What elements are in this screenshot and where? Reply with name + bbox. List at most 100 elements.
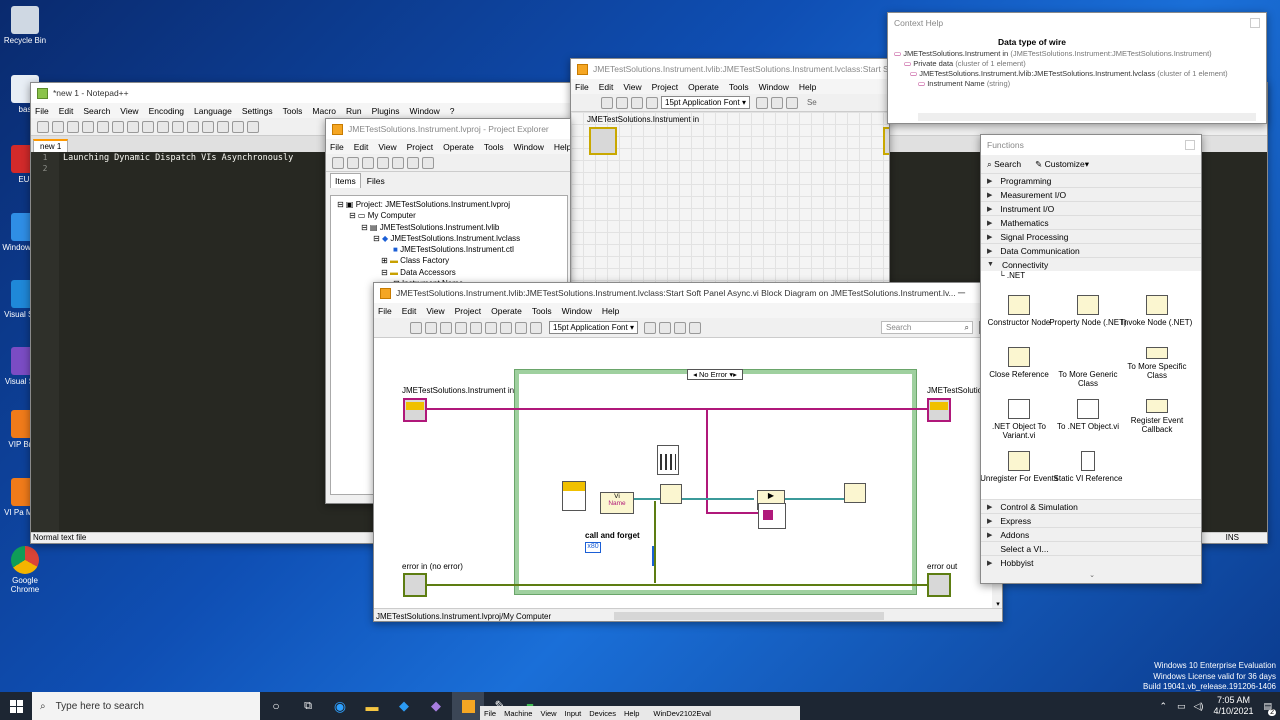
step-over-icon[interactable] [515,321,527,334]
save-all-icon[interactable] [362,156,374,169]
block-diagram-canvas[interactable]: JMETestSolutions.Instrument in JMETestSo… [374,338,992,608]
notification-center-icon[interactable]: ▤ 2 [1263,701,1276,716]
vm-menu-devices[interactable]: Devices [589,709,616,718]
start-button[interactable] [0,692,32,720]
category-select-a-vi[interactable]: ▶Select a VI... [981,541,1201,555]
paste-icon[interactable] [157,120,169,133]
taskbar-search-box[interactable]: ⌕ Type here to search [32,692,260,720]
menu-search[interactable]: Search [83,106,110,116]
category-hobbyist[interactable]: ▶ Hobbyist [981,555,1201,569]
functions-search-button[interactable]: ⌕ Search [987,159,1021,170]
tree-item-ctl[interactable]: ■ JMETestSolutions.Instrument.ctl [331,244,567,255]
error-branch-wire[interactable] [654,501,656,583]
menu-plugins[interactable]: Plugins [372,106,400,116]
functions-palette[interactable]: Functions ⌕ Search ✎ Customize▾ ▶ Program… [980,134,1202,584]
menu-view[interactable]: View [623,82,641,92]
run-arrow-icon[interactable] [410,321,422,334]
save-icon[interactable] [67,120,79,133]
error-out-terminal[interactable] [927,573,951,597]
close-icon[interactable] [1185,140,1195,150]
cut-icon[interactable] [377,156,389,169]
palette-to-more-specific-class[interactable]: To More Specific Class [1117,347,1197,380]
print-icon[interactable] [112,120,124,133]
copy-icon[interactable] [392,156,404,169]
horizontal-scrollbar[interactable] [614,612,884,620]
new-icon[interactable] [332,156,344,169]
run-arrow-icon[interactable] [601,96,613,109]
reference-wire-2[interactable] [784,498,844,500]
tab-items[interactable]: Items [330,173,361,188]
tree-item-data-accessors[interactable]: ⊟ ▬ Data Accessors [331,267,567,278]
menu-help[interactable]: Help [602,306,619,316]
cortana-icon[interactable]: ○ [260,699,292,713]
category-connectivity[interactable]: ▼ Connectivity [981,257,1201,271]
retain-wire-values-icon[interactable] [485,321,497,334]
vm-menu-machine[interactable]: Machine [504,709,532,718]
menu-view[interactable]: View [120,106,138,116]
menu-window[interactable]: Window [514,142,544,152]
property-node[interactable]: Vi Name [600,492,634,514]
functions-customize-button[interactable]: ✎ Customize▾ [1035,159,1089,170]
category-control-simulation[interactable]: ▶ Control & Simulation [981,499,1201,513]
instrument-in-control[interactable] [589,127,617,155]
category-data-communication[interactable]: ▶ Data Communication [981,243,1201,257]
menu-encoding[interactable]: Encoding [149,106,184,116]
functions-titlebar[interactable]: Functions [981,135,1201,155]
pause-icon[interactable] [646,96,658,109]
tab-files[interactable]: Files [361,174,391,188]
scroll-down-icon[interactable]: ⌄ [981,571,1201,579]
menu-tools[interactable]: Tools [532,306,552,316]
palette-static-vi-reference[interactable]: Static VI Reference [1048,451,1128,483]
vm-menu-view[interactable]: View [540,709,556,718]
chevron-up-icon[interactable]: ⌃ [1159,701,1167,712]
subcategory-dotnet[interactable]: └ .NET [999,271,1025,280]
category-addons[interactable]: ▶ Addons [981,527,1201,541]
undo-icon[interactable] [172,120,184,133]
redo-icon[interactable] [187,120,199,133]
menu-edit[interactable]: Edit [599,82,614,92]
step-into-icon[interactable] [500,321,512,334]
visual-studio-taskbar-icon[interactable]: ◆ [420,698,452,714]
task-view-icon[interactable]: ⧉ [292,700,324,713]
cleanup-icon[interactable] [688,321,701,334]
menu-edit[interactable]: Edit [354,142,369,152]
save-all-icon[interactable] [82,120,94,133]
open-file-icon[interactable] [52,120,64,133]
category-measurement-io[interactable]: ▶ Measurement I/O [981,187,1201,201]
menu-language[interactable]: Language [194,106,232,116]
tab-new-1[interactable]: new 1 [33,139,69,152]
menu-file[interactable]: File [330,142,344,152]
front-panel-canvas[interactable]: JMETestSolutions.Instrument in [571,112,889,287]
front-panel-window[interactable]: JMETestSolutions.Instrument.lvlib:JMETes… [570,58,890,288]
font-dropdown[interactable]: 15pt Application Font ▾ [661,96,750,109]
menu-file[interactable]: File [35,106,49,116]
volume-icon[interactable]: ◁) [1194,701,1204,712]
menu-tools[interactable]: Tools [484,142,504,152]
distribute-icon[interactable] [770,96,783,109]
run-continuous-icon[interactable] [616,96,628,109]
error-wire[interactable] [427,584,927,586]
category-instrument-io[interactable]: ▶ Instrument I/O [981,201,1201,215]
close-icon[interactable] [1250,18,1260,28]
front-panel-titlebar[interactable]: JMETestSolutions.Instrument.lvlib:JMETes… [571,59,889,79]
vscode-taskbar-icon[interactable]: ◆ [388,698,420,714]
error-in-terminal[interactable] [403,573,427,597]
close-reference-node[interactable] [844,483,866,503]
menu-operate[interactable]: Operate [443,142,474,152]
case-selector[interactable]: ◂ No Error ▾▸ [687,369,743,380]
vm-menu-file[interactable]: File [484,709,496,718]
search-input[interactable]: Search ⌕ [881,321,973,334]
menu-project[interactable]: Project [407,142,433,152]
menu-tools[interactable]: Tools [283,106,303,116]
clock[interactable]: 7:05 AM 4/10/2021 [1213,695,1253,717]
edge-icon[interactable]: ◉ [324,698,356,715]
menu-edit[interactable]: Edit [402,306,417,316]
file-explorer-icon[interactable]: ▬ [356,699,388,714]
category-mathematics[interactable]: ▶ Mathematics [981,215,1201,229]
static-vi-reference-node[interactable] [562,481,586,511]
align-icon[interactable] [755,96,768,109]
menu-run[interactable]: Run [346,106,362,116]
project-explorer-titlebar[interactable]: JMETestSolutions.Instrument.lvproj - Pro… [326,119,570,139]
vm-menu-help[interactable]: Help [624,709,639,718]
tree-item-lvlib[interactable]: ⊟ ▤ JMETestSolutions.Instrument.lvlib [331,222,567,233]
